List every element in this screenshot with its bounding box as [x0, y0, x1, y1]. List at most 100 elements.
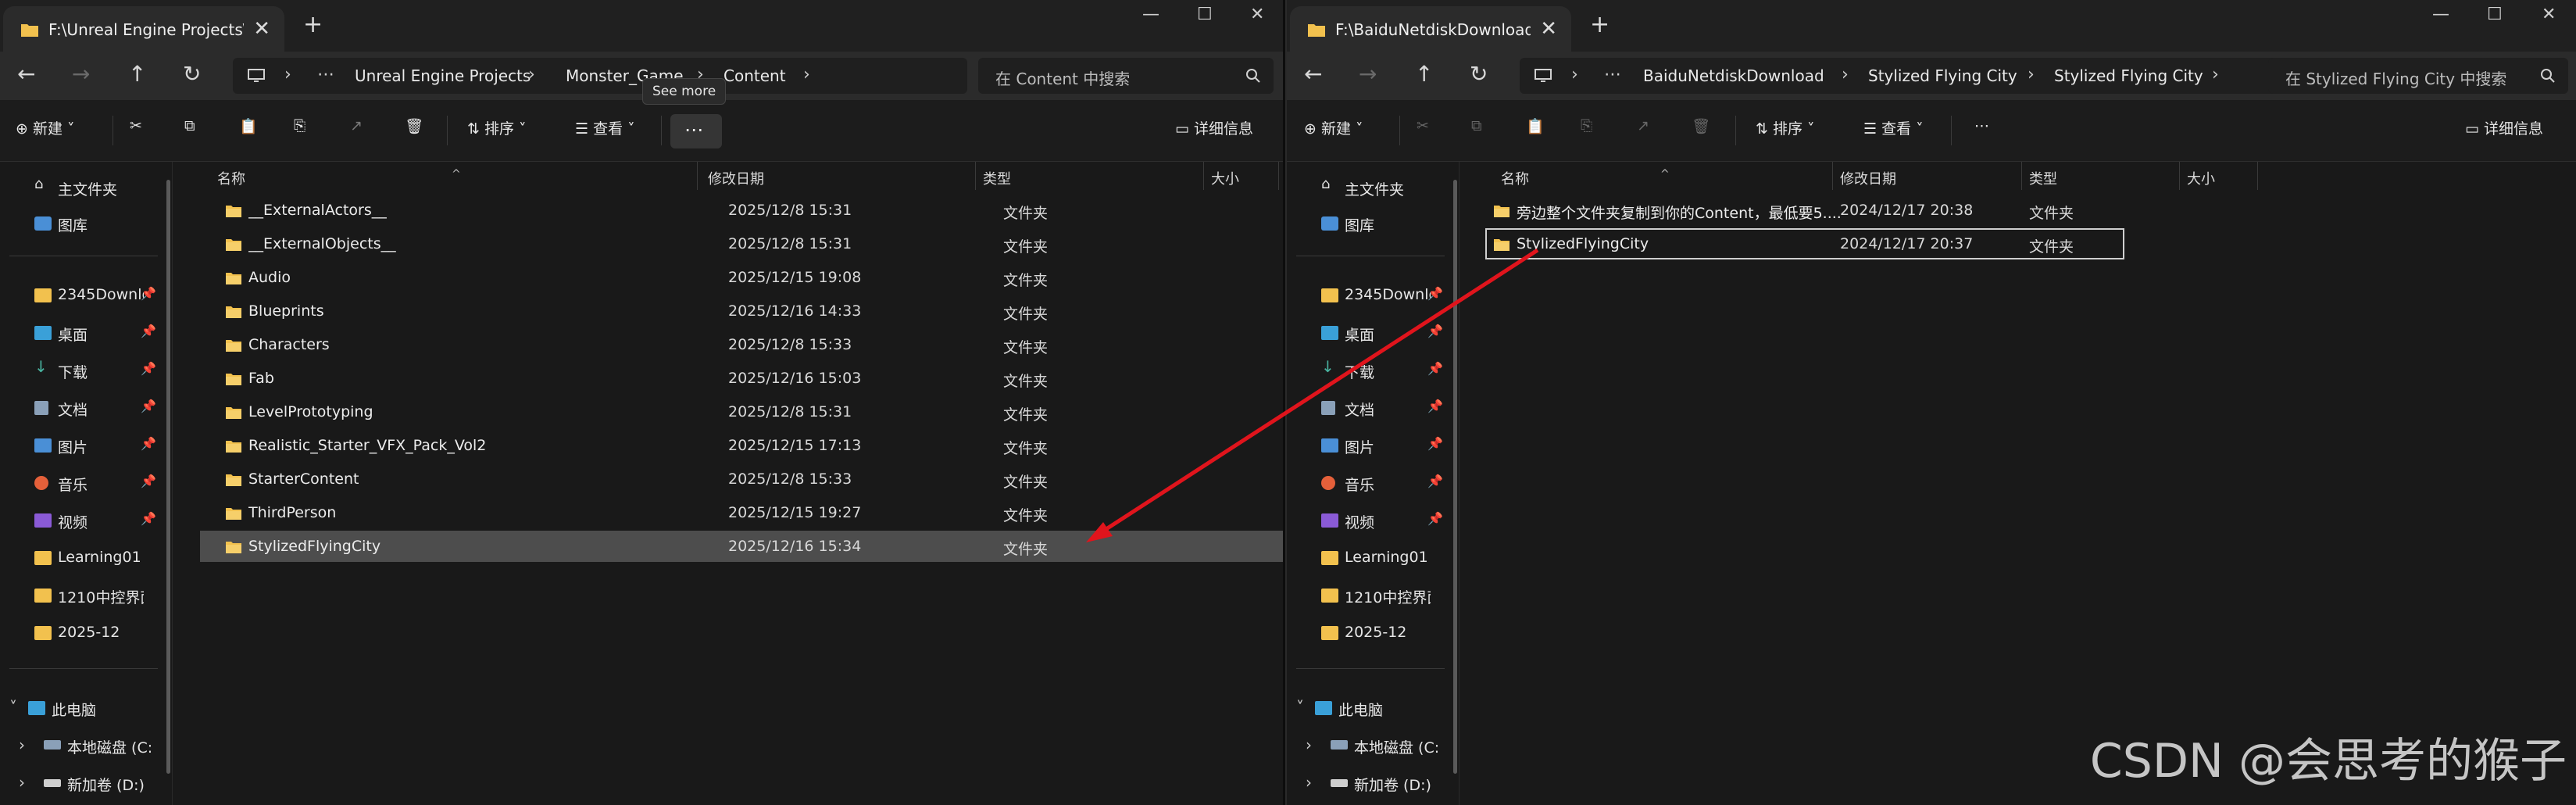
sidebar-item-2025-12[interactable]: 2025-12 [1287, 617, 1451, 648]
maximize-icon[interactable]: ☐ [1197, 5, 1213, 24]
view-button[interactable]: ☰ 查看 ˅ [1863, 117, 1924, 138]
rename-icon[interactable]: ⎘ [294, 117, 305, 134]
column-header-name[interactable]: 名称 [1501, 168, 1529, 188]
breadcrumb-item[interactable]: BaiduNetdiskDownload [1643, 66, 1824, 85]
chevron-down-icon[interactable]: ˅ [9, 698, 17, 717]
address-bar[interactable]: › ⋯ BaiduNetdiskDownload › Stylized Flyi… [1520, 58, 2301, 94]
column-header-size[interactable]: 大小 [2187, 168, 2215, 188]
sidebar-item-downloads[interactable]: ↓ 下载 📌 [1287, 354, 1451, 385]
column-separator[interactable] [975, 162, 976, 190]
delete-icon[interactable]: 🗑 [1692, 117, 1710, 135]
sidebar-item-videos[interactable]: 视频 📌 [0, 504, 164, 535]
chevron-right-icon[interactable]: › [1306, 773, 1312, 792]
share-icon[interactable]: ↗ [1637, 117, 1649, 134]
sidebar-item-gallery[interactable]: 图库 [0, 207, 164, 238]
forward-icon[interactable]: → [72, 61, 90, 87]
sidebar-item-downloads[interactable]: ↓ 下载 📌 [0, 354, 164, 385]
column-header-date[interactable]: 修改日期 [708, 168, 764, 188]
column-separator[interactable] [2257, 162, 2258, 190]
chevron-right-icon[interactable]: › [19, 735, 25, 754]
sidebar-item-learning01[interactable]: Learning01 [0, 542, 164, 573]
table-row[interactable]: ThirdPerson 2025/12/15 19:27 文件夹 [200, 497, 1283, 528]
up-icon[interactable]: ↑ [1415, 61, 1433, 87]
back-icon[interactable]: ← [1304, 61, 1322, 87]
search-input[interactable]: 在 Content 中搜索 [978, 58, 1274, 94]
close-window-icon[interactable]: ✕ [1250, 5, 1264, 24]
search-input[interactable]: 在 Stylized Flying City 中搜索 [2268, 58, 2568, 94]
column-header-type[interactable]: 类型 [2029, 168, 2057, 188]
column-separator[interactable] [1278, 162, 1279, 190]
forward-icon[interactable]: → [1359, 61, 1377, 87]
sidebar-item-2345downloads[interactable]: 2345Downlo 📌 [1287, 279, 1451, 310]
refresh-icon[interactable]: ↻ [183, 61, 201, 87]
copy-icon[interactable]: ⧉ [1471, 117, 1482, 134]
column-separator[interactable] [1832, 162, 1833, 190]
sidebar-scrollbar[interactable] [166, 180, 170, 774]
sidebar-item-1210[interactable]: 1210中控界面U [0, 579, 164, 610]
close-window-icon[interactable]: ✕ [2542, 5, 2556, 24]
new-button[interactable]: ⊕ 新建 ˅ [16, 117, 75, 138]
tab-active[interactable]: F:\Unreal Engine Projects\Mor ✕ [3, 6, 284, 52]
table-row[interactable]: Audio 2025/12/15 19:08 文件夹 [200, 262, 1283, 293]
chevron-right-icon[interactable]: › [1306, 735, 1312, 754]
sidebar-item-1210[interactable]: 1210中控界面U [1287, 579, 1451, 610]
column-separator[interactable] [1203, 162, 1204, 190]
column-separator[interactable] [2021, 162, 2022, 190]
sidebar-item-desktop[interactable]: 桌面 📌 [0, 317, 164, 348]
column-separator[interactable] [2179, 162, 2180, 190]
sidebar-item-drive-d[interactable]: › 新加卷 (D:) [1287, 767, 1451, 798]
sidebar-item-this-pc[interactable]: ˅ 此电脑 [0, 692, 164, 723]
details-button[interactable]: ▭ 详细信息 [1175, 117, 1253, 138]
cut-icon[interactable]: ✂ [1417, 117, 1429, 134]
maximize-icon[interactable]: ☐ [2487, 5, 2503, 24]
column-header-name[interactable]: 名称 [217, 168, 245, 188]
close-tab-icon[interactable]: ✕ [1540, 17, 1557, 41]
more-path-icon[interactable]: ⋯ [317, 65, 334, 84]
new-button[interactable]: ⊕ 新建 ˅ [1304, 117, 1363, 138]
table-row[interactable]: Characters 2025/12/8 15:33 文件夹 [200, 329, 1283, 360]
table-row[interactable]: __ExternalObjects__ 2025/12/8 15:31 文件夹 [200, 228, 1283, 259]
breadcrumb-item[interactable]: Content [723, 66, 786, 85]
sidebar-item-2025-12[interactable]: 2025-12 [0, 617, 164, 648]
sidebar-item-learning01[interactable]: Learning01 [1287, 542, 1451, 573]
sidebar-item-pictures[interactable]: 图片 📌 [1287, 429, 1451, 460]
table-row[interactable]: Realistic_Starter_VFX_Pack_Vol2 2025/12/1… [200, 430, 1283, 461]
sidebar-item-documents[interactable]: 文档 📌 [1287, 392, 1451, 423]
see-more-button[interactable]: ⋯ [670, 114, 722, 148]
sidebar-item-gallery[interactable]: 图库 [1287, 207, 1451, 238]
breadcrumb-item[interactable]: Stylized Flying City [1868, 66, 2017, 85]
share-icon[interactable]: ↗ [350, 117, 363, 134]
up-icon[interactable]: ↑ [128, 61, 146, 87]
close-tab-icon[interactable]: ✕ [253, 17, 270, 41]
refresh-icon[interactable]: ↻ [1470, 61, 1488, 87]
sidebar-scrollbar[interactable] [1453, 180, 1457, 774]
sidebar-item-desktop[interactable]: 桌面 📌 [1287, 317, 1451, 348]
sidebar-item-documents[interactable]: 文档 📌 [0, 392, 164, 423]
sidebar-item-music[interactable]: 音乐 📌 [0, 467, 164, 498]
table-row[interactable]: Fab 2025/12/16 15:03 文件夹 [200, 363, 1283, 394]
new-tab-button[interactable]: + [303, 11, 323, 38]
details-button[interactable]: ▭ 详细信息 [2465, 117, 2543, 138]
rename-icon[interactable]: ⎘ [1581, 117, 1592, 134]
breadcrumb-item[interactable]: Stylized Flying City [2054, 66, 2203, 85]
sidebar-item-videos[interactable]: 视频 📌 [1287, 504, 1451, 535]
breadcrumb-item[interactable]: Unreal Engine Projects [355, 66, 531, 85]
chevron-down-icon[interactable]: ˅ [1296, 698, 1304, 717]
paste-icon[interactable]: 📋 [239, 117, 258, 135]
column-header-size[interactable]: 大小 [1211, 168, 1239, 188]
more-path-icon[interactable]: ⋯ [1604, 65, 1621, 84]
table-row[interactable]: StylizedFlyingCity 2025/12/16 15:34 文件夹 [200, 531, 1283, 562]
sort-button[interactable]: ⇅ 排序 ˅ [467, 117, 527, 138]
new-tab-button[interactable]: + [1590, 11, 1610, 38]
column-header-date[interactable]: 修改日期 [1840, 168, 1896, 188]
paste-icon[interactable]: 📋 [1526, 117, 1545, 135]
chevron-right-icon[interactable]: › [19, 773, 25, 792]
table-row[interactable]: StarterContent 2025/12/8 15:33 文件夹 [200, 463, 1283, 495]
delete-icon[interactable]: 🗑 [405, 117, 423, 135]
sidebar-item-home[interactable]: ⌂ 主文件夹 [1287, 171, 1451, 202]
address-bar[interactable]: › ⋯ Unreal Engine Projects › Monster_Gam… [233, 58, 967, 94]
table-row[interactable]: __ExternalActors__ 2025/12/8 15:31 文件夹 [200, 195, 1283, 226]
sidebar-item-this-pc[interactable]: ˅ 此电脑 [1287, 692, 1451, 723]
sidebar-item-home[interactable]: ⌂ 主文件夹 [0, 171, 164, 202]
minimize-icon[interactable]: — [2432, 5, 2449, 24]
